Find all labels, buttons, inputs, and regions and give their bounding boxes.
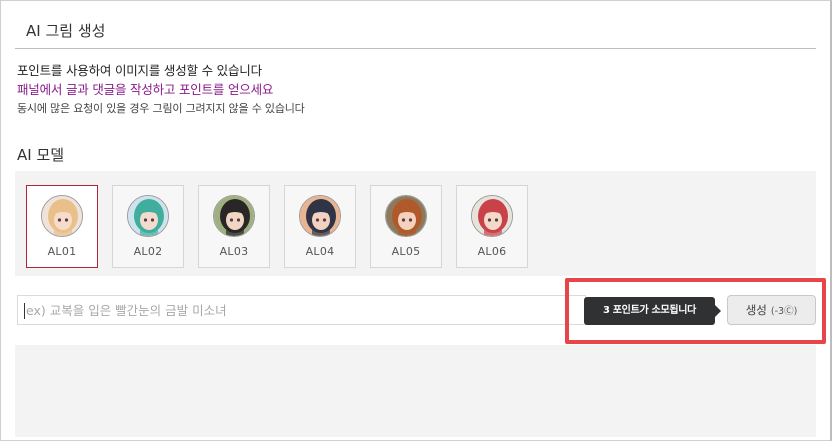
model-selector: AL01 AL02 AL03 AL04 AL05 AL06 (15, 171, 816, 276)
model-label: AL06 (477, 245, 507, 258)
description-points: 포인트를 사용하여 이미지를 생성할 수 있습니다 (17, 63, 262, 78)
title-divider (15, 48, 816, 49)
model-card-al01[interactable]: AL01 (26, 185, 98, 268)
result-area (15, 345, 816, 437)
model-card-al03[interactable]: AL03 (198, 185, 270, 268)
generate-button-label: 생성 (745, 303, 767, 317)
description-warning: 동시에 많은 요청이 있을 경우 그림이 그려지지 않을 수 있습니다 (17, 102, 305, 115)
model-card-al04[interactable]: AL04 (284, 185, 356, 268)
model-avatar-icon (299, 195, 341, 237)
generate-cost: (-3Ⓒ) (770, 306, 798, 317)
generate-button[interactable]: 생성 (-3Ⓒ) (727, 295, 816, 325)
model-card-al06[interactable]: AL06 (456, 185, 528, 268)
page-title: AI 그림 생성 (26, 22, 106, 40)
model-avatar-icon (213, 195, 255, 237)
model-label: AL01 (47, 245, 77, 258)
model-label: AL03 (219, 245, 249, 258)
prompt-input[interactable] (18, 296, 585, 324)
model-avatar-icon (41, 195, 83, 237)
model-avatar-icon (385, 195, 427, 237)
text-caret (24, 303, 25, 319)
model-card-al02[interactable]: AL02 (112, 185, 184, 268)
model-label: AL04 (305, 245, 335, 258)
model-card-al05[interactable]: AL05 (370, 185, 442, 268)
model-label: AL02 (133, 245, 163, 258)
prompt-field[interactable] (17, 295, 586, 325)
model-avatar-icon (471, 195, 513, 237)
model-avatar-icon (127, 195, 169, 237)
model-section-label: AI 모델 (17, 146, 65, 164)
tooltip-arrow (715, 305, 721, 317)
description-earn-points: 패널에서 글과 댓글을 작성하고 포인트를 얻으세요 (17, 82, 274, 97)
model-label: AL05 (391, 245, 421, 258)
cost-tooltip: 3 포인트가 소모됩니다 (584, 297, 715, 325)
